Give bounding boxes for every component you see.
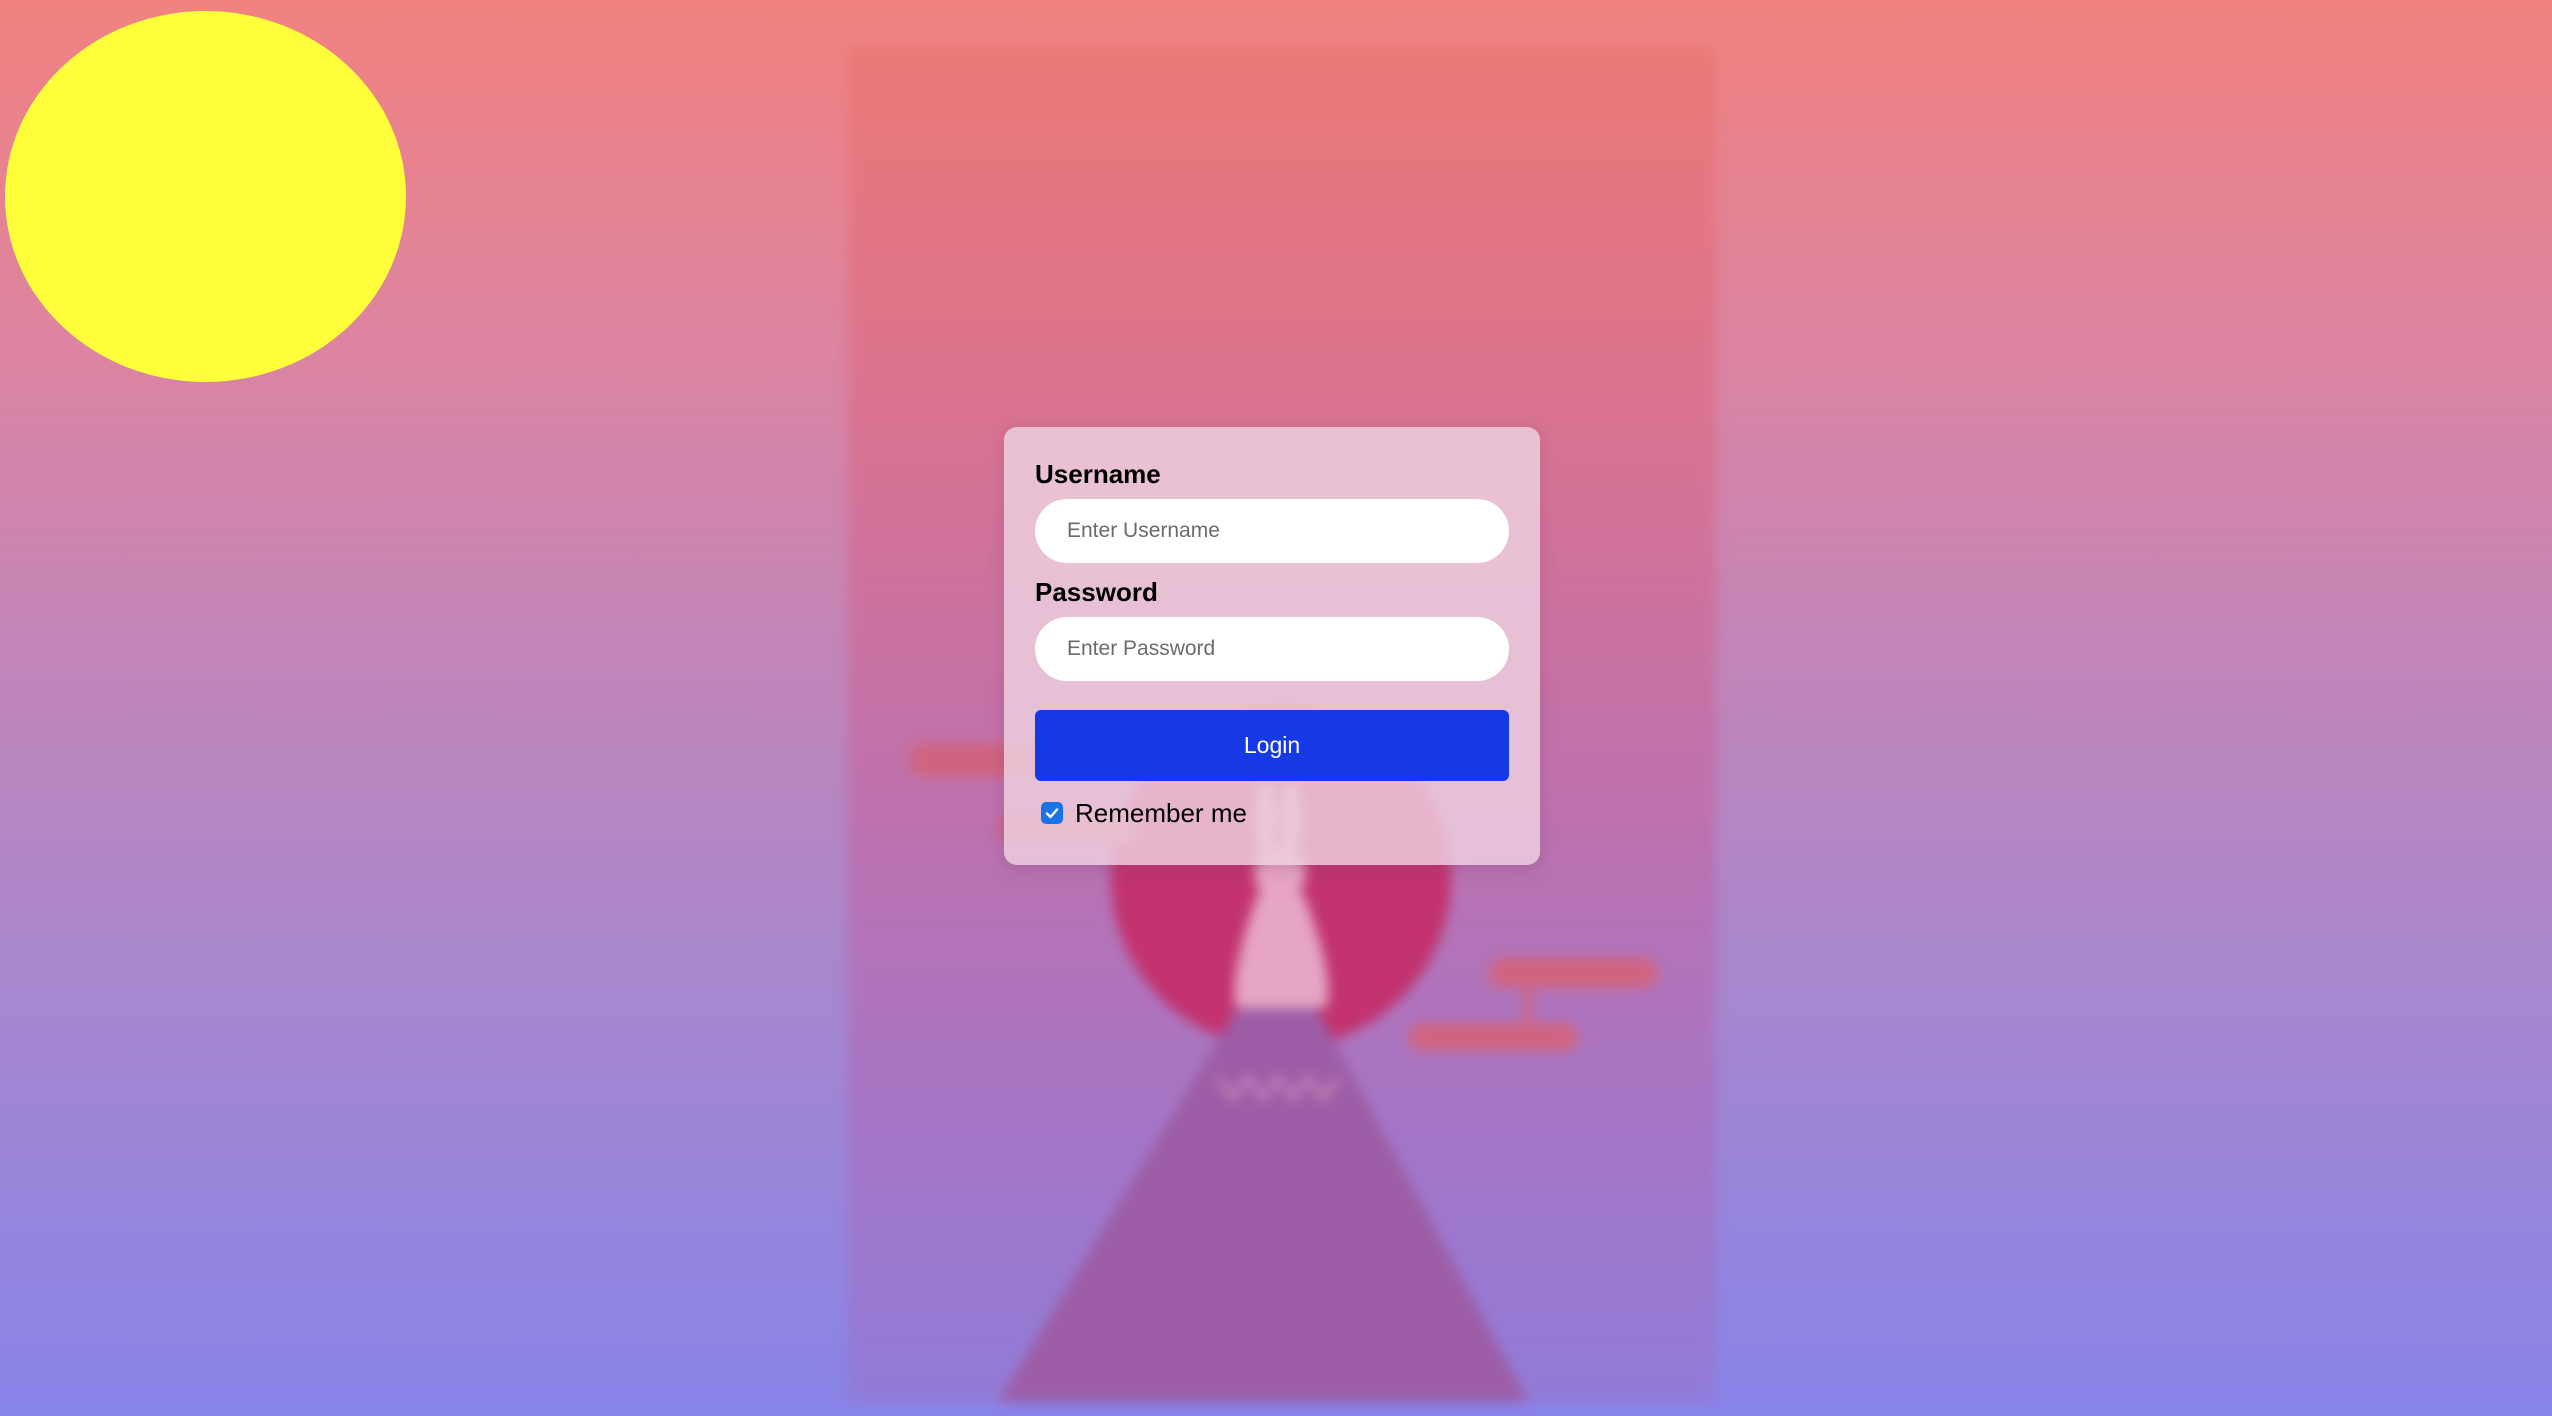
login-card: Username Password Login Remember me — [1004, 427, 1540, 865]
checkmark-icon — [1045, 808, 1059, 819]
password-input[interactable] — [1035, 617, 1509, 681]
login-button[interactable]: Login — [1035, 710, 1509, 781]
remember-me-label: Remember me — [1075, 797, 1247, 828]
remember-me-checkbox[interactable] — [1041, 802, 1063, 824]
password-label: Password — [1035, 577, 1158, 607]
poster-mountain — [998, 1008, 1528, 1402]
sun-circle — [5, 11, 406, 382]
remember-me-row: Remember me — [1041, 797, 1509, 829]
username-input[interactable] — [1035, 499, 1509, 563]
username-label: Username — [1035, 459, 1161, 489]
